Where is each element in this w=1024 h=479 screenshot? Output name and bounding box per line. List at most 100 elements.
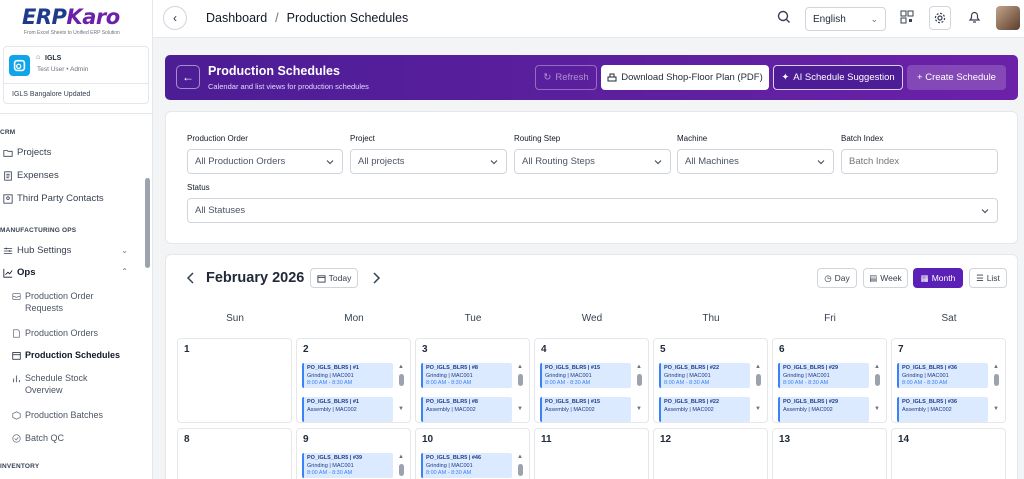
scroll-down-icon[interactable]: ▼ [755, 406, 761, 412]
calendar-day-14[interactable]: 14 [891, 428, 1006, 479]
brand-logo[interactable]: ERPKaro [22, 5, 120, 29]
breadcrumb-dashboard[interactable]: Dashboard [206, 11, 267, 25]
event-step: Grinding | MAC001 [307, 372, 354, 379]
day-scrollbar[interactable] [399, 464, 404, 476]
calendar-day-13[interactable]: 13 [772, 428, 887, 479]
search-icon[interactable] [777, 10, 791, 24]
chevron-right-icon[interactable] [371, 272, 381, 284]
schedule-event[interactable]: PO_IGLS_BLR5 | #46 Grinding | MAC001 8:00 … [421, 453, 512, 478]
scroll-down-icon[interactable]: ▼ [636, 406, 642, 412]
scroll-up-icon[interactable]: ▲ [398, 454, 404, 460]
sidebar-item-ops[interactable]: Ops [3, 267, 35, 278]
schedule-event[interactable]: PO_IGLS_BLR5 | #29 Assembly | MAC002 [778, 397, 869, 422]
day-scrollbar[interactable] [994, 374, 999, 386]
schedule-event[interactable]: PO_IGLS_BLR5 | #8 Assembly | MAC002 [421, 397, 512, 422]
sidebar-item-production-schedules[interactable]: Production Schedules [12, 349, 120, 361]
scroll-up-icon[interactable]: ▲ [993, 364, 999, 370]
sidebar-item-production-orders[interactable]: Production Orders [12, 327, 98, 339]
settings-button[interactable] [929, 6, 951, 30]
chevron-up-icon[interactable]: ⌃ [121, 267, 128, 276]
today-label: Today [328, 273, 352, 283]
sidebar-item-production-batches[interactable]: Production Batches [12, 409, 103, 421]
schedule-event[interactable]: PO_IGLS_BLR5 | #1 Grinding | MAC001 8:00 A… [302, 363, 393, 388]
view-day-button[interactable]: ◷ Day [817, 268, 857, 288]
calendar-day-5[interactable]: 5 PO_IGLS_BLR5 | #22 Grinding | MAC001 8:00… [653, 338, 768, 423]
sidebar-item-batch-qc[interactable]: Batch QC [12, 432, 64, 444]
calendar-day-7[interactable]: 7 PO_IGLS_BLR5 | #36 Grinding | MAC001 8:00… [891, 338, 1006, 423]
batch-index-input[interactable] [841, 149, 998, 174]
schedule-event[interactable]: PO_IGLS_BLR5 | #1 Assembly | MAC002 [302, 397, 393, 422]
view-list-button[interactable]: ☰ List [969, 268, 1007, 288]
scroll-up-icon[interactable]: ▲ [755, 364, 761, 370]
create-schedule-button[interactable]: + Create Schedule [907, 65, 1006, 90]
scroll-down-icon[interactable]: ▼ [517, 406, 523, 412]
day-scrollbar[interactable] [875, 374, 880, 386]
ai-schedule-suggestion-button[interactable]: ✦ AI Schedule Suggestion [773, 65, 903, 90]
scroll-down-icon[interactable]: ▼ [874, 406, 880, 412]
day-scrollbar[interactable] [637, 374, 642, 386]
scroll-up-icon[interactable]: ▲ [636, 364, 642, 370]
scroll-up-icon[interactable]: ▲ [517, 454, 523, 460]
machine-select[interactable]: All Machines [677, 149, 834, 174]
schedule-event[interactable]: PO_IGLS_BLR5 | #29 Grinding | MAC001 8:00 … [778, 363, 869, 388]
production-order-select[interactable]: All Production Orders [187, 149, 343, 174]
calendar-day-12[interactable]: 12 [653, 428, 768, 479]
back-button[interactable]: ← [176, 65, 200, 89]
day-number: 8 [184, 434, 190, 445]
status-select[interactable]: All Statuses [187, 198, 998, 223]
sidebar-item-expenses[interactable]: Expenses [3, 170, 59, 181]
schedule-event[interactable]: PO_IGLS_BLR5 | #8 Grinding | MAC001 8:00 A… [421, 363, 512, 388]
view-month-button[interactable]: ▦ Month [913, 268, 963, 288]
sidebar-item-hub-settings[interactable]: Hub Settings [3, 245, 71, 256]
schedule-event[interactable]: PO_IGLS_BLR5 | #22 Grinding | MAC001 8:00 … [659, 363, 750, 388]
day-scrollbar[interactable] [518, 464, 523, 476]
view-week-label: Week [880, 273, 902, 283]
chevron-down-icon [654, 159, 662, 164]
calendar-day-1[interactable]: 1 [177, 338, 292, 423]
divider [0, 113, 152, 114]
day-scrollbar[interactable] [399, 374, 404, 386]
sidebar-scrollbar[interactable] [145, 178, 150, 268]
schedule-event[interactable]: PO_IGLS_BLR5 | #36 Grinding | MAC001 8:00 … [897, 363, 988, 388]
routing-step-select[interactable]: All Routing Steps [514, 149, 671, 174]
refresh-button[interactable]: ↻ Refresh [535, 65, 597, 90]
scroll-up-icon[interactable]: ▲ [398, 364, 404, 370]
schedule-event[interactable]: PO_IGLS_BLR5 | #39 Grinding | MAC001 8:00 … [302, 453, 393, 478]
event-step: Grinding | MAC001 [545, 372, 592, 379]
user-avatar[interactable] [996, 6, 1020, 30]
calendar-day-3[interactable]: 3 PO_IGLS_BLR5 | #8 Grinding | MAC001 8:00 … [415, 338, 530, 423]
calendar-day-11[interactable]: 11 [534, 428, 649, 479]
calendar-day-10[interactable]: 10 PO_IGLS_BLR5 | #46 Grinding | MAC001 8:0… [415, 428, 530, 479]
today-button[interactable]: Today [310, 268, 358, 288]
schedule-event[interactable]: PO_IGLS_BLR5 | #36 Assembly | MAC002 [897, 397, 988, 422]
scroll-down-icon[interactable]: ▼ [993, 406, 999, 412]
calendar-day-6[interactable]: 6 PO_IGLS_BLR5 | #29 Grinding | MAC001 8:00… [772, 338, 887, 423]
qr-code-icon[interactable] [900, 10, 914, 24]
day-scrollbar[interactable] [756, 374, 761, 386]
calendar-day-2[interactable]: 2 PO_IGLS_BLR5 | #1 Grinding | MAC001 8:00 … [296, 338, 411, 423]
calendar-day-8[interactable]: 8 [177, 428, 292, 479]
schedule-event[interactable]: PO_IGLS_BLR5 | #15 Grinding | MAC001 8:00 … [540, 363, 631, 388]
scroll-down-icon[interactable]: ▼ [398, 406, 404, 412]
calendar-day-4[interactable]: 4 PO_IGLS_BLR5 | #15 Grinding | MAC001 8:00… [534, 338, 649, 423]
view-week-button[interactable]: ▤ Week [863, 268, 908, 288]
scroll-up-icon[interactable]: ▲ [517, 364, 523, 370]
chevron-down-icon[interactable]: ⌄ [121, 246, 128, 255]
org-switcher[interactable]: ⌂ IGLS Test User • Admin IGLS Bangalore … [3, 46, 149, 104]
chevron-left-icon[interactable] [186, 272, 196, 284]
sidebar-item-production-order-requests[interactable]: Production Order Requests [12, 290, 105, 314]
day-scrollbar[interactable] [518, 374, 523, 386]
sidebar-item-projects[interactable]: Projects [3, 147, 51, 158]
project-select[interactable]: All projects [350, 149, 507, 174]
collapse-sidebar-button[interactable]: ‹ [163, 6, 187, 30]
sidebar-item-third-party-contacts[interactable]: Third Party Contacts [3, 193, 104, 204]
schedule-event[interactable]: PO_IGLS_BLR5 | #15 Assembly | MAC002 [540, 397, 631, 422]
language-select[interactable]: English ⌄ [805, 7, 886, 31]
sidebar-item-schedule-stock-overview[interactable]: Schedule Stock Overview [12, 372, 105, 396]
bell-icon[interactable] [968, 10, 981, 24]
breadcrumb-current: Production Schedules [286, 11, 409, 25]
download-pdf-button[interactable]: Download Shop-Floor Plan (PDF) [601, 65, 769, 90]
calendar-day-9[interactable]: 9 PO_IGLS_BLR5 | #39 Grinding | MAC001 8:00… [296, 428, 411, 479]
schedule-event[interactable]: PO_IGLS_BLR5 | #22 Assembly | MAC002 [659, 397, 750, 422]
scroll-up-icon[interactable]: ▲ [874, 364, 880, 370]
